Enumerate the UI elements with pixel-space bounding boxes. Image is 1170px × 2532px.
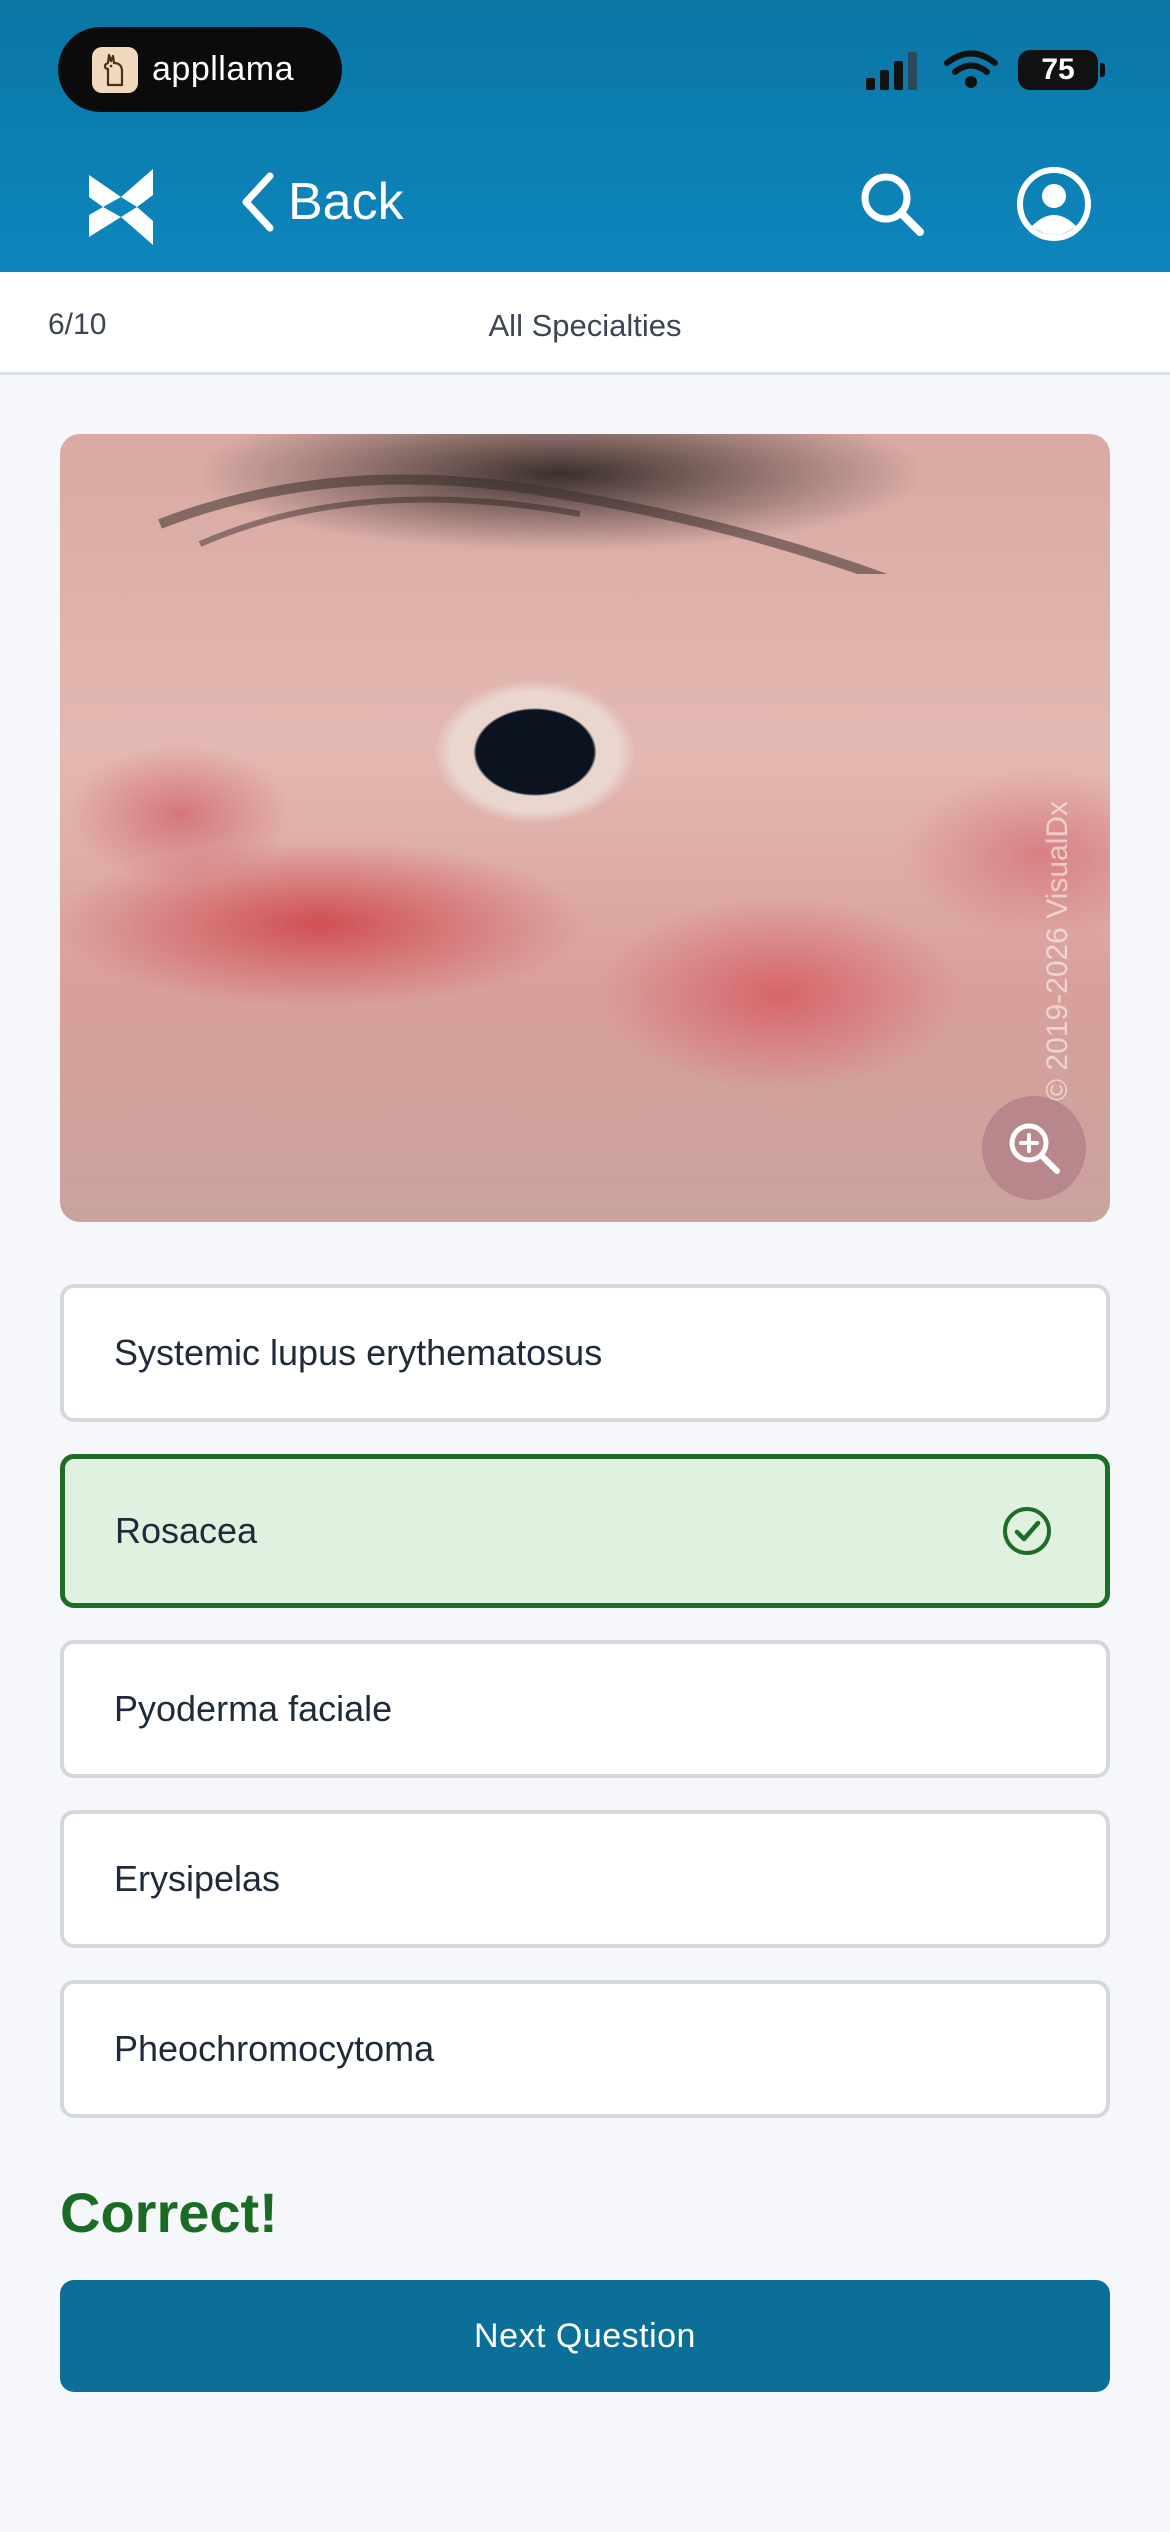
next-question-button[interactable]: Next Question [60, 2280, 1110, 2392]
cellular-signal-icon [866, 52, 917, 90]
answer-option[interactable]: Pheochromocytoma [60, 1980, 1110, 2118]
question-progress: 6/10 [48, 308, 107, 341]
wifi-icon [944, 50, 998, 88]
answer-option[interactable]: Systemic lupus erythematosus [60, 1284, 1110, 1422]
eyebrow-hair [158, 474, 888, 574]
image-watermark: © 2019-2026 VisualDx [1040, 800, 1074, 1102]
profile-button[interactable] [1016, 166, 1092, 247]
llama-icon [92, 46, 138, 93]
user-circle-icon [1017, 167, 1091, 241]
answer-option-label: Erysipelas [114, 1858, 281, 1899]
answer-option[interactable]: Erysipelas [60, 1810, 1110, 1948]
back-button[interactable]: Back [240, 172, 404, 232]
result-message: Correct! [60, 2181, 278, 2244]
status-icons: 75 [864, 50, 1105, 90]
specialty-label: All Specialties [488, 308, 682, 343]
visualdx-logo-icon[interactable] [85, 165, 157, 252]
answer-option-label: Pyoderma faciale [114, 1688, 393, 1729]
answer-option-label: Rosacea [115, 1510, 258, 1551]
quiz-info-bar: All Specialties 6/10 [0, 272, 1170, 375]
search-icon [861, 173, 924, 236]
zoom-button[interactable] [982, 1096, 1086, 1200]
check-circle-icon [1003, 1507, 1051, 1555]
answer-option-correct[interactable]: Rosacea [60, 1454, 1110, 1608]
battery-icon: 75 [1018, 50, 1105, 90]
answer-option[interactable]: Pyoderma faciale [60, 1640, 1110, 1778]
app-header: appllama 75 Back [0, 0, 1170, 272]
clinical-photo[interactable]: © 2019-2026 VisualDx [60, 434, 1110, 1222]
back-label: Back [288, 173, 404, 231]
answer-option-label: Systemic lupus erythematosus [114, 1332, 603, 1373]
chevron-left-icon [242, 172, 274, 232]
zoom-in-icon [1009, 1123, 1060, 1174]
app-pill-label: appllama [152, 50, 294, 88]
search-button[interactable] [858, 170, 926, 243]
app-pill[interactable]: appllama [58, 27, 342, 112]
answer-option-label: Pheochromocytoma [114, 2028, 435, 2069]
battery-level: 75 [1041, 53, 1075, 86]
